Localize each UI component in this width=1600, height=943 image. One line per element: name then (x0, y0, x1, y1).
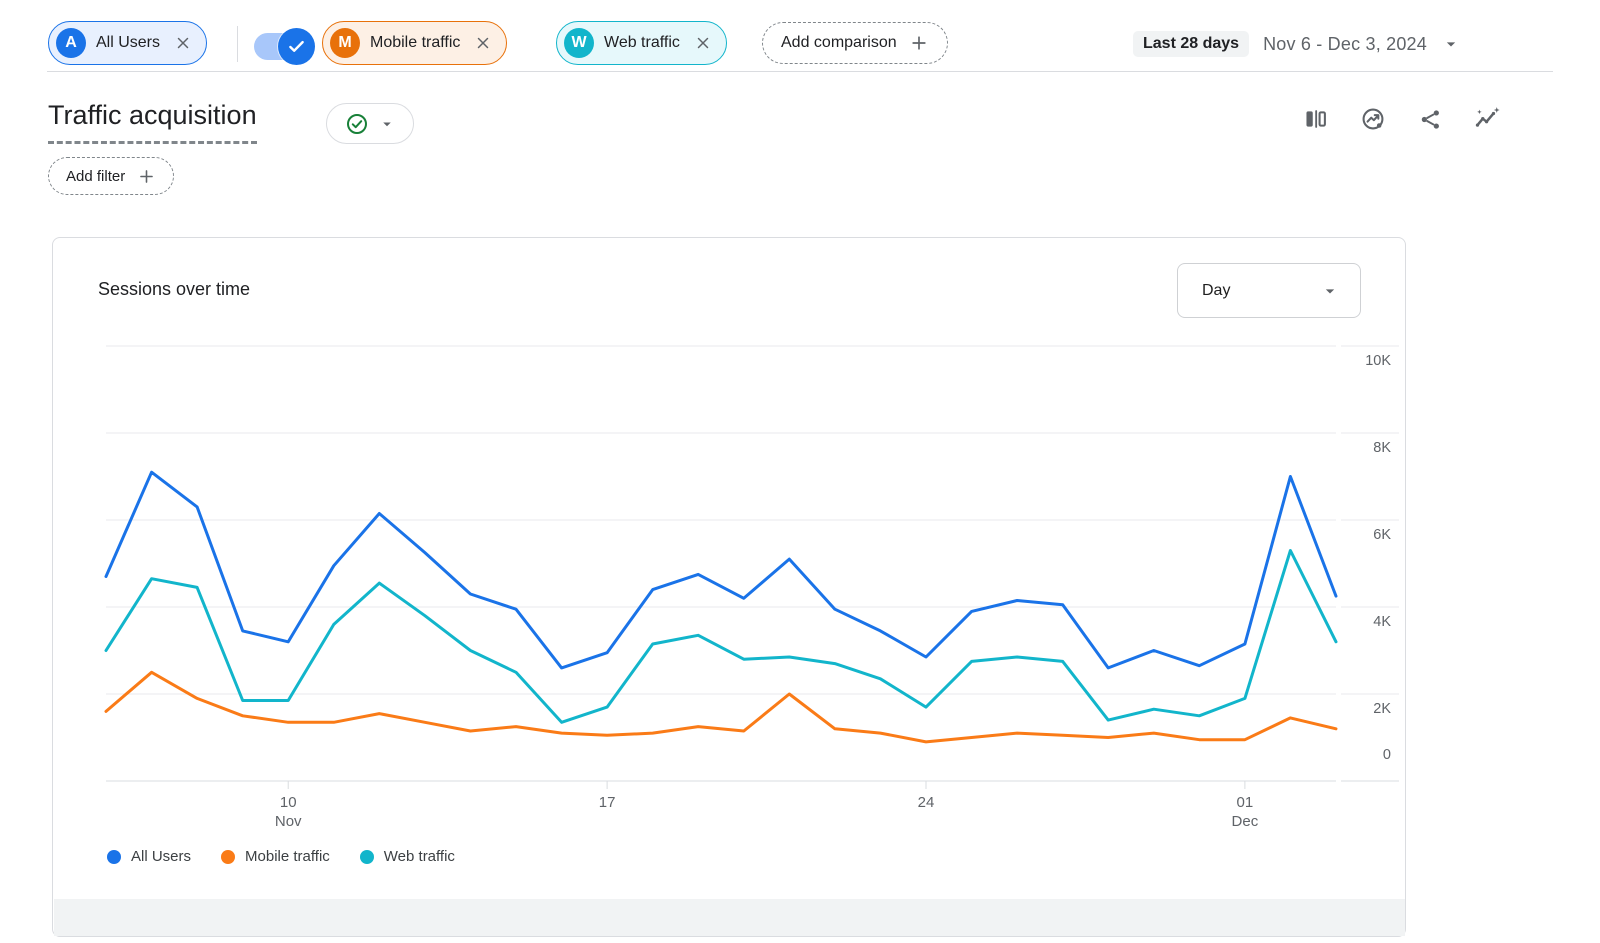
share-icon (1418, 107, 1443, 132)
caret-down-icon (1320, 281, 1340, 301)
svg-text:8K: 8K (1373, 440, 1391, 456)
svg-text:4K: 4K (1373, 614, 1391, 630)
sessions-line-chart[interactable]: 0 2K 4K 6K 8K 10K 10 Nov 17 24 01 Dec (53, 238, 1407, 938)
share-report-button[interactable] (1410, 99, 1450, 139)
svg-text:24: 24 (918, 794, 935, 811)
granularity-select[interactable]: Day (1177, 263, 1361, 318)
comparison-bar: A All Users M Mobile traffic W Web traff… (0, 0, 1600, 72)
comparison-chip-all-users[interactable]: A All Users (48, 21, 207, 65)
report-trend-button[interactable] (1353, 99, 1393, 139)
check-circle-icon (345, 112, 369, 136)
report-trend-icon (1360, 106, 1386, 132)
legend-label: Web traffic (384, 848, 455, 865)
legend-item: Mobile traffic (221, 848, 330, 865)
svg-text:Nov: Nov (275, 813, 302, 830)
legend-label: All Users (131, 848, 191, 865)
chart-title: Sessions over time (98, 279, 250, 300)
granularity-value: Day (1202, 282, 1230, 300)
legend-item: All Users (107, 848, 191, 865)
legend-label: Mobile traffic (245, 848, 330, 865)
legend-dot-icon (107, 850, 121, 864)
caret-down-icon (1441, 34, 1461, 54)
edit-comparisons-icon (1303, 106, 1329, 132)
legend-dot-icon (360, 850, 374, 864)
comparison-avatar: M (330, 28, 360, 58)
comparison-chip-mobile-traffic[interactable]: M Mobile traffic (322, 21, 507, 65)
edit-comparisons-button[interactable] (1296, 99, 1336, 139)
sessions-over-time-card: Sessions over time Day 0 2K 4K 6K 8K 10K 10 Nov… (52, 237, 1406, 937)
close-icon[interactable] (694, 34, 712, 52)
insights-button[interactable] (1467, 99, 1507, 139)
svg-text:10K: 10K (1365, 353, 1391, 369)
caret-down-icon (378, 115, 396, 133)
legend-item: Web traffic (360, 848, 455, 865)
svg-text:0: 0 (1383, 747, 1391, 763)
date-preset-badge: Last 28 days (1133, 31, 1249, 57)
toggle-knob-check-icon (278, 28, 315, 65)
add-comparison-label: Add comparison (781, 34, 897, 52)
svg-text:01: 01 (1237, 794, 1254, 811)
page-title: Traffic acquisition (48, 98, 257, 144)
add-filter-label: Add filter (66, 168, 125, 185)
comparison-chip-label: Mobile traffic (370, 34, 460, 52)
add-filter-button[interactable]: Add filter (48, 157, 174, 195)
date-range-picker[interactable]: Last 28 days Nov 6 - Dec 3, 2024 (1133, 26, 1461, 62)
comparison-chip-web-traffic[interactable]: W Web traffic (556, 21, 727, 65)
comparison-avatar: W (564, 28, 594, 58)
date-range-text: Nov 6 - Dec 3, 2024 (1263, 34, 1427, 55)
add-comparison-button[interactable]: Add comparison (762, 22, 948, 64)
series-line-all-users[interactable] (106, 472, 1336, 668)
plus-icon (909, 33, 929, 53)
svg-text:6K: 6K (1373, 527, 1391, 543)
header-divider (47, 71, 1553, 72)
insights-icon (1474, 106, 1500, 132)
comparison-chip-label: All Users (96, 34, 160, 52)
comparison-chip-label: Web traffic (604, 34, 680, 52)
svg-text:10: 10 (280, 794, 297, 811)
close-icon[interactable] (174, 34, 192, 52)
legend-dot-icon (221, 850, 235, 864)
close-icon[interactable] (474, 34, 492, 52)
comparison-toggle[interactable] (252, 27, 316, 65)
report-validity-pill[interactable] (326, 103, 414, 144)
table-header-strip (54, 899, 1405, 936)
plus-icon (137, 167, 156, 186)
svg-text:2K: 2K (1373, 701, 1391, 717)
comparison-avatar: A (56, 28, 86, 58)
chart-legend: All Users Mobile traffic Web traffic (107, 848, 455, 865)
chip-divider (237, 26, 238, 62)
svg-text:Dec: Dec (1232, 813, 1259, 830)
report-toolbar (1296, 99, 1507, 139)
series-line-mobile-traffic[interactable] (106, 672, 1336, 742)
svg-text:17: 17 (599, 794, 616, 811)
